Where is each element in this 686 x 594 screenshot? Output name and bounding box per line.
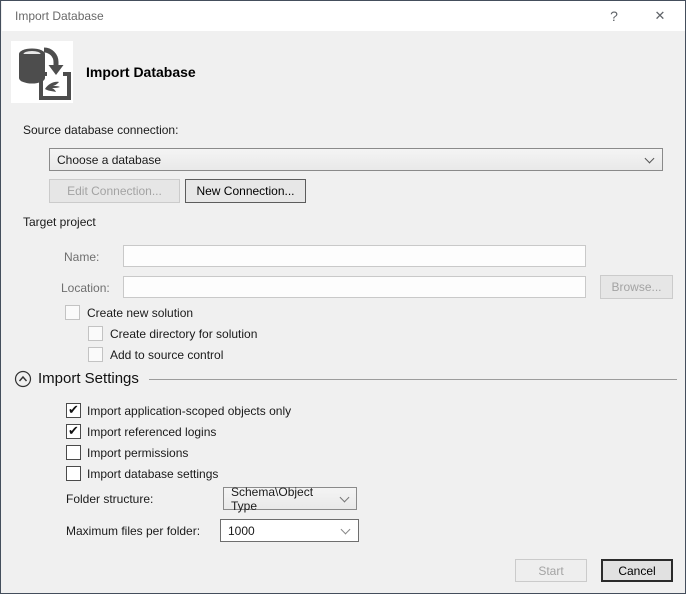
max-files-value: 1000 bbox=[228, 524, 255, 538]
import-permissions-checkbox[interactable] bbox=[66, 445, 81, 460]
max-files-label: Maximum files per folder: bbox=[66, 524, 200, 538]
titlebar: Import Database ? ✕ bbox=[2, 1, 686, 31]
name-label: Name: bbox=[64, 250, 99, 264]
start-button[interactable]: Start bbox=[515, 559, 587, 582]
start-label: Start bbox=[538, 564, 563, 578]
import-referenced-logins-checkbox[interactable]: ✔ bbox=[66, 424, 81, 439]
browse-button[interactable]: Browse... bbox=[600, 275, 673, 299]
import-permissions-label: Import permissions bbox=[87, 446, 188, 460]
chevron-down-icon bbox=[341, 525, 351, 535]
add-source-control-checkbox[interactable] bbox=[88, 347, 103, 362]
source-connection-value: Choose a database bbox=[57, 153, 161, 167]
chevron-down-icon bbox=[340, 493, 350, 503]
folder-structure-value: Schema\Object Type bbox=[231, 485, 332, 513]
create-new-solution-label: Create new solution bbox=[87, 306, 193, 320]
import-app-scoped-checkbox[interactable]: ✔ bbox=[66, 403, 81, 418]
import-settings-title: Import Settings bbox=[38, 370, 139, 387]
folder-structure-combobox[interactable]: Schema\Object Type bbox=[223, 487, 357, 510]
import-database-dialog: Import Database ? ✕ Import Database Sour… bbox=[0, 0, 686, 594]
name-field[interactable] bbox=[123, 245, 586, 267]
import-database-settings-label: Import database settings bbox=[87, 467, 218, 481]
import-database-icon bbox=[11, 41, 73, 103]
max-files-combobox[interactable]: 1000 bbox=[220, 519, 359, 542]
import-database-settings-checkbox[interactable] bbox=[66, 466, 81, 481]
page-title: Import Database bbox=[86, 41, 196, 103]
help-icon: ? bbox=[610, 8, 618, 24]
cancel-label: Cancel bbox=[618, 564, 655, 578]
new-connection-button[interactable]: New Connection... bbox=[185, 179, 306, 203]
section-divider bbox=[149, 379, 677, 380]
new-connection-label: New Connection... bbox=[196, 184, 294, 198]
checkmark: ✔ bbox=[68, 403, 79, 416]
browse-label: Browse... bbox=[611, 280, 661, 294]
create-directory-label: Create directory for solution bbox=[110, 327, 257, 341]
edit-connection-label: Edit Connection... bbox=[67, 184, 162, 198]
folder-structure-label: Folder structure: bbox=[66, 492, 153, 506]
edit-connection-button[interactable]: Edit Connection... bbox=[49, 179, 180, 203]
create-new-solution-checkbox[interactable] bbox=[65, 305, 80, 320]
window-title: Import Database bbox=[15, 1, 104, 31]
location-label: Location: bbox=[61, 281, 110, 295]
help-button[interactable]: ? bbox=[594, 1, 634, 31]
add-source-control-label: Add to source control bbox=[110, 348, 223, 362]
collapse-section-button[interactable] bbox=[14, 370, 32, 388]
source-connection-label: Source database connection: bbox=[23, 123, 178, 137]
chevron-down-icon bbox=[645, 154, 655, 164]
cancel-button[interactable]: Cancel bbox=[601, 559, 673, 582]
source-connection-combobox[interactable]: Choose a database bbox=[49, 148, 663, 171]
close-icon: ✕ bbox=[655, 8, 666, 24]
target-project-label: Target project bbox=[23, 215, 96, 229]
create-directory-checkbox[interactable] bbox=[88, 326, 103, 341]
import-referenced-logins-label: Import referenced logins bbox=[87, 425, 216, 439]
import-app-scoped-label: Import application-scoped objects only bbox=[87, 404, 291, 418]
checkmark: ✔ bbox=[68, 424, 79, 437]
close-button[interactable]: ✕ bbox=[640, 1, 680, 31]
location-field[interactable] bbox=[123, 276, 586, 298]
